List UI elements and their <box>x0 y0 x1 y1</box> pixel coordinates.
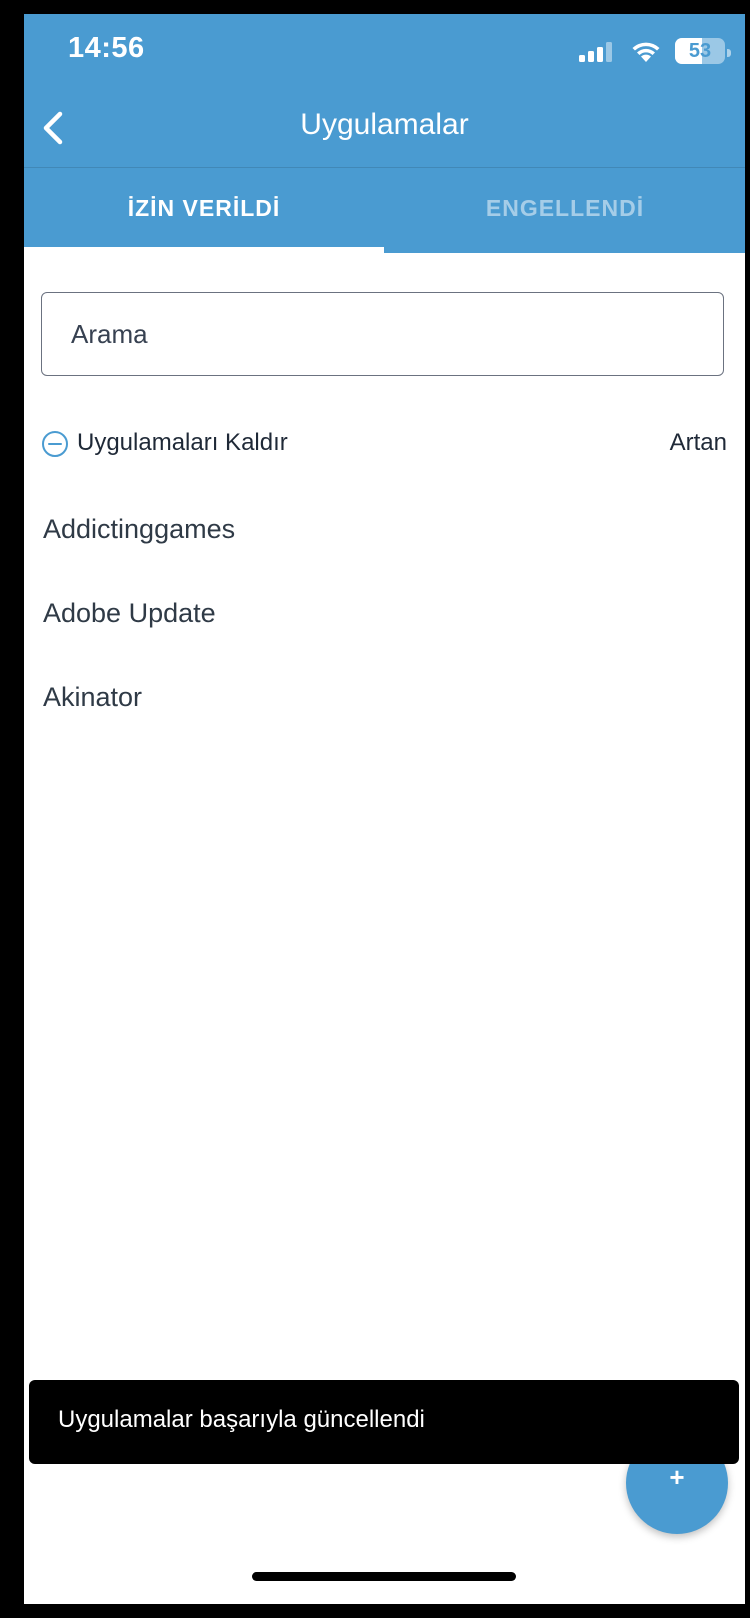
battery-level: 53 <box>688 40 712 62</box>
remove-apps-label: Uygulamaları Kaldır <box>77 429 288 456</box>
tab-blocked[interactable]: ENGELLENDİ <box>385 168 745 253</box>
toast-notification: Uygulamalar başarıyla güncellendi <box>29 1380 739 1464</box>
status-time: 14:56 <box>68 32 145 64</box>
app-list-item[interactable]: Addictinggames <box>43 514 235 545</box>
tab-allowed[interactable]: İZİN VERİLDİ <box>24 168 384 253</box>
page-title: Uygulamalar <box>300 108 469 141</box>
app-list-item[interactable]: Adobe Update <box>43 598 216 629</box>
plus-icon: + <box>669 1462 685 1492</box>
active-tab-indicator <box>24 247 384 253</box>
cellular-signal-icon <box>579 42 612 62</box>
status-icons: 53 <box>563 36 733 66</box>
header-bar: 14:56 53 Uygulamalar İZİN VERİLDİ ENGELL… <box>24 14 745 253</box>
toast-message: Uygulamalar başarıyla güncellendi <box>58 1406 425 1433</box>
phone-screen: 14:56 53 Uygulamalar İZİN VERİLDİ ENGELL… <box>24 14 745 1604</box>
minus-circle-icon <box>42 431 68 457</box>
search-input[interactable] <box>69 293 693 375</box>
battery-icon: 53 <box>675 38 725 64</box>
remove-apps-button[interactable]: Uygulamaları Kaldır <box>41 427 341 461</box>
home-indicator[interactable] <box>252 1572 516 1581</box>
app-list-item[interactable]: Akinator <box>43 682 142 713</box>
wifi-icon <box>632 42 660 62</box>
search-field <box>41 292 724 376</box>
battery-tip <box>727 49 731 57</box>
sort-order-button[interactable]: Artan <box>670 429 727 457</box>
